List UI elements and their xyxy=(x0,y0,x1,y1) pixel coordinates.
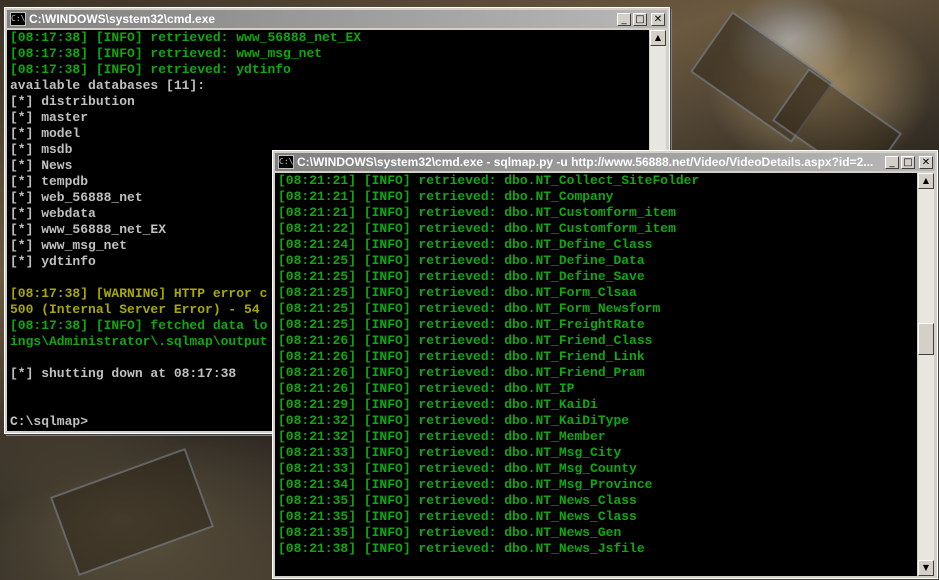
console-line: [08:21:32] [INFO] retrieved: dbo.NT_Memb… xyxy=(278,429,606,444)
scrollbar-thumb[interactable] xyxy=(918,323,934,355)
vertical-scrollbar[interactable]: ▲ ▼ xyxy=(918,173,934,576)
cmd-window-1-titlebar[interactable]: C:\ C:\WINDOWS\system32\cmd.exe _ □ ✕ xyxy=(7,10,667,28)
cmd-icon: C:\ xyxy=(278,155,294,169)
minimize-button[interactable]: _ xyxy=(885,155,899,169)
console-line: [08:21:25] [INFO] retrieved: dbo.NT_Form… xyxy=(278,285,637,300)
console-line: [08:21:26] [INFO] retrieved: dbo.NT_Frie… xyxy=(278,349,645,364)
console-line: [08:21:25] [INFO] retrieved: dbo.NT_Frei… xyxy=(278,317,645,332)
console-line: [08:21:35] [INFO] retrieved: dbo.NT_News… xyxy=(278,493,637,508)
console-line: [08:21:33] [INFO] retrieved: dbo.NT_Msg_… xyxy=(278,461,637,476)
window-title: C:\WINDOWS\system32\cmd.exe xyxy=(29,12,216,26)
console-line: [08:21:35] [INFO] retrieved: dbo.NT_News… xyxy=(278,509,637,524)
console-line: [08:17:38] [INFO] retrieved: ydtinfo xyxy=(10,62,291,77)
console-line: available databases [11]: xyxy=(10,78,206,93)
close-button[interactable]: ✕ xyxy=(919,155,933,169)
console-line: [08:21:21] [INFO] retrieved: dbo.NT_Comp… xyxy=(278,189,614,204)
cmd-window-2[interactable]: C:\ C:\WINDOWS\system32\cmd.exe - sqlmap… xyxy=(272,150,938,579)
console-line: [08:21:25] [INFO] retrieved: dbo.NT_Defi… xyxy=(278,253,645,268)
console-line: [08:21:22] [INFO] retrieved: dbo.NT_Cust… xyxy=(278,221,676,236)
console-output[interactable]: [08:21:21] [INFO] retrieved: dbo.NT_Coll… xyxy=(275,173,917,576)
console-line: [08:21:35] [INFO] retrieved: dbo.NT_News… xyxy=(278,525,622,540)
minimize-button[interactable]: _ xyxy=(617,12,631,26)
maximize-button[interactable]: □ xyxy=(633,12,647,26)
console-line: [08:21:29] [INFO] retrieved: dbo.NT_KaiD… xyxy=(278,397,598,412)
console-line: [08:21:21] [INFO] retrieved: dbo.NT_Cust… xyxy=(278,205,676,220)
console-line: [08:21:26] [INFO] retrieved: dbo.NT_IP xyxy=(278,381,575,396)
scroll-down-button[interactable]: ▼ xyxy=(918,560,934,576)
console-line: [08:21:26] [INFO] retrieved: dbo.NT_Frie… xyxy=(278,333,653,348)
console-line: [08:21:24] [INFO] retrieved: dbo.NT_Defi… xyxy=(278,237,653,252)
console-line: [08:21:38] [INFO] retrieved: dbo.NT_News… xyxy=(278,541,645,556)
scroll-up-button[interactable]: ▲ xyxy=(650,30,666,46)
console-line: [08:21:21] [INFO] retrieved: dbo.NT_Coll… xyxy=(278,173,700,188)
scroll-up-button[interactable]: ▲ xyxy=(918,173,934,189)
console-line: [08:21:26] [INFO] retrieved: dbo.NT_Frie… xyxy=(278,365,645,380)
console-line: [08:21:34] [INFO] retrieved: dbo.NT_Msg_… xyxy=(278,477,653,492)
wallpaper-shard xyxy=(49,447,215,577)
window-title: C:\WINDOWS\system32\cmd.exe - sqlmap.py … xyxy=(297,155,874,169)
close-button[interactable]: ✕ xyxy=(651,12,665,26)
console-line: [08:21:25] [INFO] retrieved: dbo.NT_Defi… xyxy=(278,269,645,284)
console-line: [08:21:25] [INFO] retrieved: dbo.NT_Form… xyxy=(278,301,661,316)
cmd-icon: C:\ xyxy=(10,12,26,26)
console-line: [08:17:38] [INFO] retrieved: www_msg_net xyxy=(10,46,323,61)
maximize-button[interactable]: □ xyxy=(901,155,915,169)
console-line: [08:21:32] [INFO] retrieved: dbo.NT_KaiD… xyxy=(278,413,630,428)
console-line: [08:21:33] [INFO] retrieved: dbo.NT_Msg_… xyxy=(278,445,622,460)
cmd-window-2-titlebar[interactable]: C:\ C:\WINDOWS\system32\cmd.exe - sqlmap… xyxy=(275,153,935,171)
console-line: [*] model xyxy=(10,126,81,141)
console-line: [*] distribution xyxy=(10,94,135,109)
console-line: [08:17:38] [INFO] retrieved: www_56888_n… xyxy=(10,30,362,45)
console-line: [*] master xyxy=(10,110,89,125)
